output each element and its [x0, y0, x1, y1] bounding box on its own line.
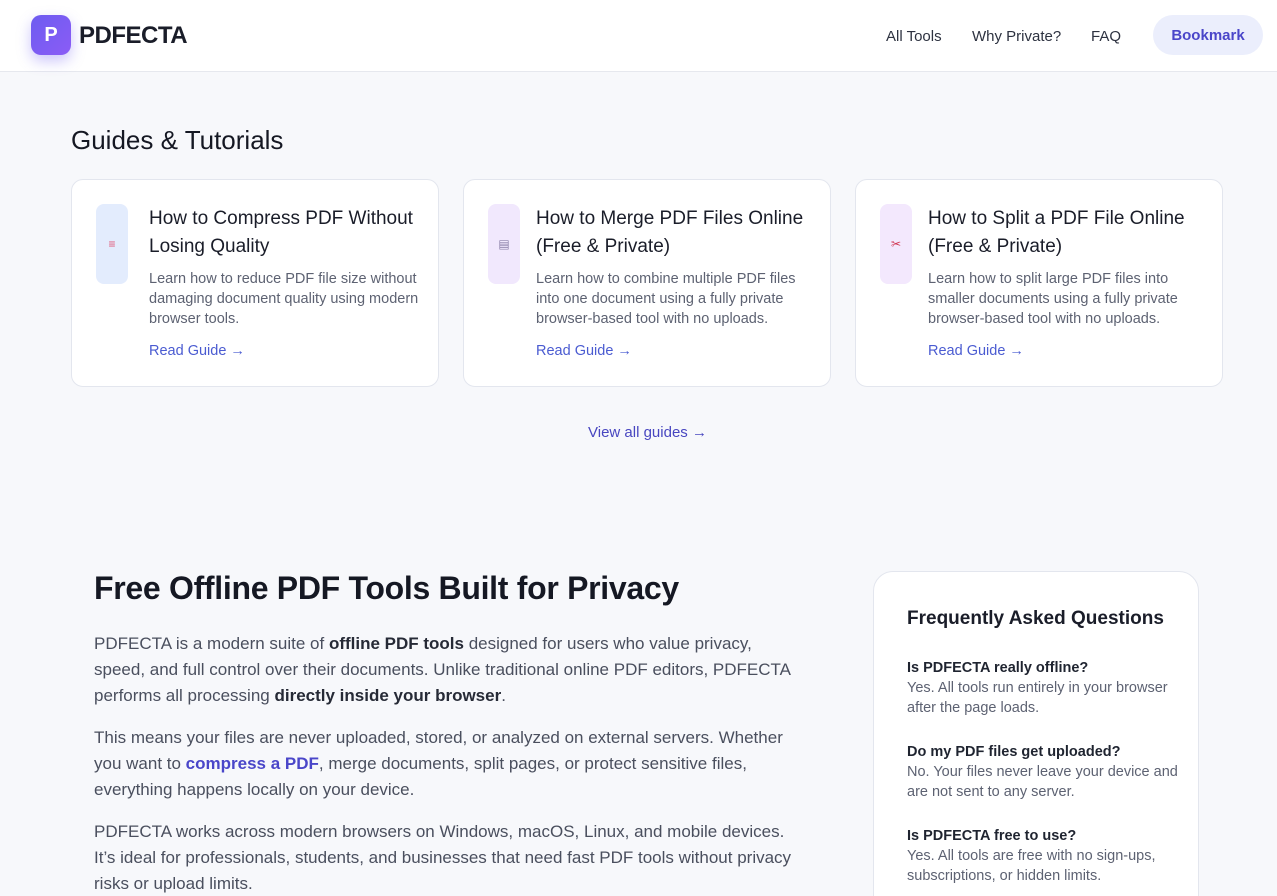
- emphasis-offline-tools: offline PDF tools: [328, 634, 464, 653]
- nav-faq[interactable]: FAQ: [1091, 28, 1121, 45]
- guide-card-split[interactable]: ✂ How to Split a PDF File Online (Free &…: [855, 179, 1223, 387]
- faq-question: Is PDFECTA really offline?: [907, 660, 1089, 676]
- site-header: P PDFECTA All Tools Why Private? FAQ Boo…: [0, 0, 1277, 72]
- faq-question: Is PDFECTA free to use?: [907, 828, 1077, 844]
- privacy-paragraph-2: This means your files are never uploaded…: [94, 725, 806, 803]
- faq-item: Do my PDF files get uploaded? No. Your f…: [907, 742, 1182, 802]
- text-span: .: [501, 686, 506, 705]
- nav-why-private[interactable]: Why Private?: [972, 28, 1061, 45]
- brand-name[interactable]: PDFECTA: [79, 22, 188, 50]
- guide-card-title: How to Split a PDF File Online (Free & P…: [928, 208, 1185, 257]
- privacy-paragraph-3: PDFECTA works across modern browsers on …: [94, 822, 792, 893]
- faq-answer: No. Your files never leave your device a…: [907, 764, 1178, 800]
- guide-card-description: Learn how to reduce PDF file size withou…: [149, 271, 419, 327]
- guide-card-description: Learn how to split large PDF files into …: [928, 271, 1178, 327]
- guide-card-title: How to Compress PDF Without Losing Quali…: [149, 208, 413, 257]
- merge-document-icon: ▤: [488, 204, 520, 284]
- view-all-guides-link[interactable]: View all guides →: [588, 424, 707, 441]
- guides-section-title: Guides & Tutorials: [71, 125, 284, 155]
- compress-pdf-link[interactable]: compress a PDF: [186, 754, 319, 773]
- guide-card-compress[interactable]: ≡ How to Compress PDF Without Losing Qua…: [71, 179, 439, 387]
- faq-item: Is PDFECTA really offline? Yes. All tool…: [907, 658, 1182, 718]
- guide-card-merge[interactable]: ▤ How to Merge PDF Files Online (Free & …: [463, 179, 831, 387]
- bookmark-button[interactable]: Bookmark: [1153, 15, 1263, 55]
- privacy-paragraph-1: PDFECTA is a modern suite of offline PDF…: [94, 631, 806, 709]
- read-guide-link[interactable]: Read Guide →: [149, 343, 245, 359]
- faq-answer: Yes. All tools are free with no sign-ups…: [907, 848, 1156, 884]
- emphasis-in-browser: directly inside your browser: [274, 686, 502, 705]
- faq-answer: Yes. All tools run entirely in your brow…: [907, 680, 1168, 716]
- read-guide-link[interactable]: Read Guide →: [928, 343, 1024, 359]
- faq-panel: Frequently Asked Questions Is PDFECTA re…: [873, 571, 1199, 896]
- read-guide-link[interactable]: Read Guide →: [536, 343, 632, 359]
- guide-card-description: Learn how to combine multiple PDF files …: [536, 271, 796, 327]
- faq-title: Frequently Asked Questions: [907, 608, 1164, 629]
- nav-all-tools[interactable]: All Tools: [886, 28, 942, 45]
- text-span: PDFECTA is a modern suite of: [94, 634, 329, 653]
- scissors-icon: ✂: [880, 204, 912, 284]
- privacy-section-title: Free Offline PDF Tools Built for Privacy: [94, 570, 679, 606]
- faq-question: Do my PDF files get uploaded?: [907, 744, 1121, 760]
- document-icon: ≡: [96, 204, 128, 284]
- faq-item: Is PDFECTA free to use? Yes. All tools a…: [907, 826, 1182, 886]
- logo-icon[interactable]: P: [31, 15, 71, 55]
- guide-card-title: How to Merge PDF Files Online (Free & Pr…: [536, 208, 804, 257]
